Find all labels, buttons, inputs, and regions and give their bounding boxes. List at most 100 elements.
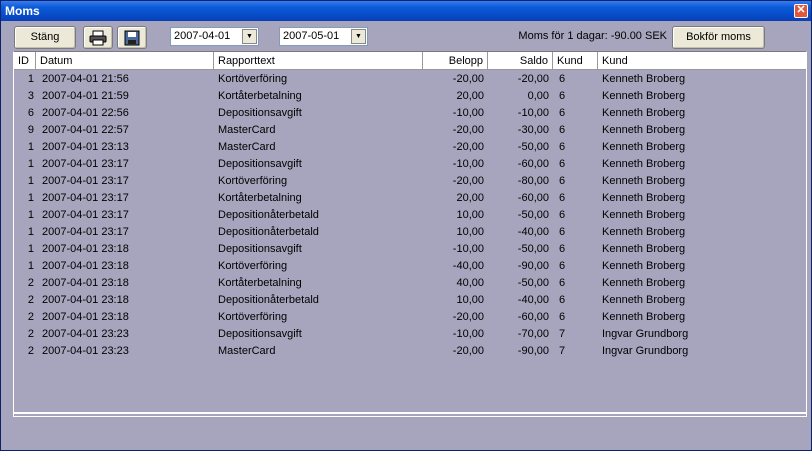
cell-amount: -20,00 — [452, 73, 484, 85]
cell-id: 1 — [27, 226, 34, 238]
column-header-amount[interactable]: Belopp — [423, 52, 488, 70]
cell-report-text: Kortöverföring — [218, 260, 288, 272]
cell-date: 2007-04-01 23:18 — [42, 243, 129, 255]
cell-customer-name: Kenneth Broberg — [602, 175, 686, 187]
table-row[interactable]: 2 2007-04-01 23:18 Kortöverföring -20,00 -60… — [14, 309, 806, 326]
cell-date: 2007-04-01 23:18 — [42, 311, 129, 323]
cell-customer-name: Kenneth Broberg — [602, 73, 686, 85]
column-header-id[interactable]: ID — [14, 52, 36, 70]
cell-date: 2007-04-01 22:56 — [42, 107, 129, 119]
cell-customer-name: Kenneth Broberg — [602, 192, 686, 204]
table-row[interactable]: 1 2007-04-01 23:17 Depositionsavgift -10,00… — [14, 156, 806, 173]
table-row[interactable]: 1 2007-04-01 23:18 Kortöverföring -40,00 -90… — [14, 258, 806, 275]
cell-customer-id: 6 — [559, 175, 566, 187]
cell-customer-id: 6 — [559, 226, 566, 238]
save-button[interactable] — [117, 26, 147, 49]
cell-customer-name: Kenneth Broberg — [602, 90, 686, 102]
cell-customer-name: Kenneth Broberg — [602, 277, 686, 289]
cell-customer-id: 6 — [559, 294, 566, 306]
cell-report-text: Depositionsavgift — [218, 328, 302, 340]
chevron-down-icon[interactable]: ▼ — [351, 29, 366, 44]
table-row[interactable]: 6 2007-04-01 22:56 Depositionsavgift -10,00… — [14, 105, 806, 122]
cell-balance: -50,00 — [517, 277, 549, 289]
cell-amount: 40,00 — [456, 277, 484, 289]
chevron-down-icon[interactable]: ▼ — [242, 29, 257, 44]
cell-balance: -50,00 — [517, 209, 549, 221]
cell-customer-name: Ingvar Grundborg — [602, 345, 689, 357]
cell-customer-id: 6 — [559, 311, 566, 323]
date-to-select[interactable]: 2007-05-01 ▼ — [279, 27, 368, 46]
cell-customer-name: Kenneth Broberg — [602, 158, 686, 170]
cell-amount: -20,00 — [452, 311, 484, 323]
cell-amount: 20,00 — [456, 192, 484, 204]
column-header-date[interactable]: Datum — [36, 52, 214, 70]
cell-balance: -60,00 — [517, 192, 549, 204]
cell-amount: -20,00 — [452, 345, 484, 357]
cell-id: 2 — [27, 345, 34, 357]
table-row[interactable]: 1 2007-04-01 21:56 Kortöverföring -20,00 -20… — [14, 71, 806, 88]
cell-amount: 10,00 — [456, 209, 484, 221]
cell-report-text: Depositionsavgift — [218, 243, 302, 255]
close-icon[interactable]: ✕ — [794, 4, 808, 18]
cell-amount: -40,00 — [452, 260, 484, 272]
table-row[interactable]: 2 2007-04-01 23:18 Kortåterbetalning 40,00 -… — [14, 275, 806, 292]
cell-date: 2007-04-01 23:17 — [42, 226, 129, 238]
cell-amount: 20,00 — [456, 90, 484, 102]
date-from-select[interactable]: 2007-04-01 ▼ — [170, 27, 259, 46]
table-row[interactable]: 2 2007-04-01 23:23 Depositionsavgift -10,00… — [14, 326, 806, 343]
cell-amount: 10,00 — [456, 226, 484, 238]
table-row[interactable]: 1 2007-04-01 23:17 Depositionåterbetald 10,… — [14, 224, 806, 241]
cell-customer-id: 7 — [559, 345, 566, 357]
cell-amount: -20,00 — [452, 124, 484, 136]
table-row[interactable]: 9 2007-04-01 22:57 MasterCard -20,00 -30,00 6… — [14, 122, 806, 139]
cell-customer-name: Kenneth Broberg — [602, 107, 686, 119]
column-header-customer-id[interactable]: Kund — [553, 52, 598, 70]
cell-balance: -90,00 — [517, 345, 549, 357]
transactions-grid[interactable]: ID Datum Rapporttext Belopp Saldo Kund K… — [13, 51, 807, 417]
cell-customer-name: Kenneth Broberg — [602, 209, 686, 221]
cell-report-text: Depositionåterbetald — [218, 294, 319, 306]
cell-balance: -70,00 — [517, 328, 549, 340]
table-row[interactable]: 1 2007-04-01 23:18 Depositionsavgift -10,00… — [14, 241, 806, 258]
column-header-customer-name[interactable]: Kund — [598, 52, 806, 70]
cell-balance: -90,00 — [517, 260, 549, 272]
cell-balance: -60,00 — [517, 158, 549, 170]
moms-window: Moms ✕ Stäng 2007-04-01 ▼ 2007-05-01 ▼ M… — [0, 0, 812, 451]
book-vat-button[interactable]: Bokför moms — [672, 26, 765, 49]
cell-id: 1 — [27, 243, 34, 255]
cell-date: 2007-04-01 23:17 — [42, 192, 129, 204]
cell-report-text: Kortåterbetalning — [218, 90, 302, 102]
table-row[interactable]: 1 2007-04-01 23:17 Kortöverföring -20,00 -80… — [14, 173, 806, 190]
cell-id: 1 — [27, 192, 34, 204]
table-row[interactable]: 3 2007-04-01 21:59 Kortåterbetalning 20,00 0… — [14, 88, 806, 105]
cell-id: 6 — [27, 107, 34, 119]
cell-date: 2007-04-01 23:17 — [42, 175, 129, 187]
cell-customer-id: 6 — [559, 243, 566, 255]
table-row[interactable]: 2 2007-04-01 23:23 MasterCard -20,00 -90,00 7… — [14, 343, 806, 360]
cell-report-text: Kortöverföring — [218, 311, 288, 323]
cell-date: 2007-04-01 23:18 — [42, 277, 129, 289]
column-header-balance[interactable]: Saldo — [488, 52, 553, 70]
table-row[interactable]: 2 2007-04-01 23:18 Depositionåterbetald 10,… — [14, 292, 806, 309]
close-button[interactable]: Stäng — [14, 26, 76, 49]
cell-report-text: MasterCard — [218, 124, 276, 136]
cell-customer-name: Kenneth Broberg — [602, 124, 686, 136]
cell-id: 2 — [27, 277, 34, 289]
printer-icon — [89, 30, 107, 46]
cell-balance: -40,00 — [517, 226, 549, 238]
cell-report-text: Depositionsavgift — [218, 158, 302, 170]
table-row[interactable]: 1 2007-04-01 23:17 Kortåterbetalning 20,00 -… — [14, 190, 806, 207]
table-row[interactable]: 1 2007-04-01 23:17 Depositionåterbetald 10,… — [14, 207, 806, 224]
cell-report-text: Kortöverföring — [218, 175, 288, 187]
cell-date: 2007-04-01 23:17 — [42, 209, 129, 221]
cell-id: 1 — [27, 175, 34, 187]
column-header-report-text[interactable]: Rapporttext — [214, 52, 423, 70]
cell-customer-id: 6 — [559, 73, 566, 85]
table-row[interactable]: 1 2007-04-01 23:13 MasterCard -20,00 -50,00 6… — [14, 139, 806, 156]
cell-amount: 10,00 — [456, 294, 484, 306]
cell-report-text: Depositionåterbetald — [218, 226, 319, 238]
cell-date: 2007-04-01 23:18 — [42, 260, 129, 272]
print-button[interactable] — [83, 26, 113, 49]
cell-customer-name: Kenneth Broberg — [602, 294, 686, 306]
cell-customer-id: 6 — [559, 277, 566, 289]
